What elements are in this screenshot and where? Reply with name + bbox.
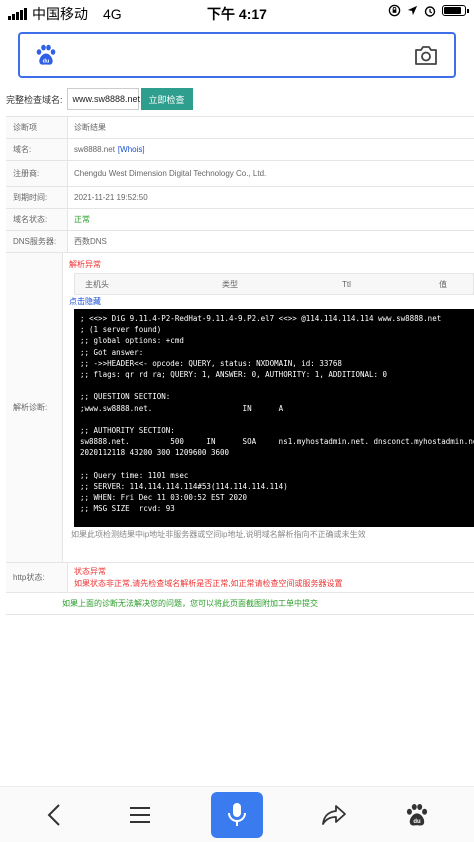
dns-value: 西数DNS bbox=[74, 237, 107, 246]
column-ttl: Ttl bbox=[342, 279, 351, 289]
table-row: 解析诊断: 解析异常 主机头 类型 Ttl 值 点击隐藏 ; <<>> DiG … bbox=[6, 253, 474, 563]
voice-button[interactable] bbox=[211, 792, 263, 838]
table-row: http状态: 状态异常 如果状态非正常,请先检查域名解析是否正常,如正常请检查… bbox=[6, 563, 474, 593]
header-result: 诊断结果 bbox=[74, 123, 106, 132]
status-bar: 中国移动 4G 下午 4:17 bbox=[0, 0, 474, 24]
resolve-error: 解析异常 bbox=[69, 260, 101, 269]
column-host: 主机头 bbox=[85, 279, 109, 289]
share-button[interactable] bbox=[310, 793, 358, 837]
check-form: 完整检查域名: www.sw8888.net 立即检查 bbox=[6, 88, 193, 110]
resolve-label: 解析诊断: bbox=[6, 253, 63, 562]
footer-note: 如果上面的诊断无法解决您的问题，您可以将此页面截图附加工单中提交 bbox=[62, 599, 318, 608]
diagnosis-table: 诊断项 诊断结果 域名: sw8888.net [Whois] 注册商: Che… bbox=[6, 116, 474, 615]
registrar-label: 注册商: bbox=[6, 161, 68, 186]
column-type: 类型 bbox=[222, 279, 238, 289]
expiry-label: 到期时间: bbox=[6, 187, 68, 208]
hide-toggle-link[interactable]: 点击隐藏 bbox=[69, 295, 474, 309]
table-row: 域名状态: 正常 bbox=[6, 209, 474, 231]
check-now-button[interactable]: 立即检查 bbox=[140, 88, 193, 110]
header-item: 诊断项 bbox=[6, 117, 68, 138]
camera-icon[interactable] bbox=[414, 44, 438, 66]
check-label: 完整检查域名: bbox=[6, 94, 63, 105]
table-row: DNS服务器: 西数DNS bbox=[6, 231, 474, 253]
battery-icon bbox=[442, 5, 469, 16]
resolve-note: 如果此项检测结果中ip地址非服务器或空间ip地址,说明域名解析指向不正确或未生效 bbox=[71, 530, 366, 539]
table-row: 如果上面的诊断无法解决您的问题，您可以将此页面截图附加工单中提交 bbox=[6, 593, 474, 615]
domain-label: 域名: bbox=[6, 139, 68, 160]
status-label: 域名状态: bbox=[6, 209, 68, 230]
bottom-nav: du bbox=[0, 786, 474, 842]
location-icon bbox=[407, 5, 418, 16]
domain-input[interactable]: www.sw8888.net bbox=[66, 88, 140, 110]
share-icon bbox=[322, 805, 346, 825]
table-row: 域名: sw8888.net [Whois] bbox=[6, 139, 474, 161]
baidu-paw-icon: du bbox=[406, 803, 428, 826]
baidu-home-button[interactable]: du bbox=[393, 793, 441, 837]
whois-link[interactable]: [Whois] bbox=[118, 145, 145, 154]
http-error: 状态异常 bbox=[74, 566, 106, 576]
voice-icon bbox=[228, 803, 246, 826]
baidu-paw-icon: du bbox=[36, 44, 56, 65]
menu-button[interactable] bbox=[116, 793, 164, 837]
status-value: 正常 bbox=[74, 215, 90, 224]
http-advice: 如果状态非正常,请先检查域名解析是否正常,如正常请检查空间或服务器设置 bbox=[74, 578, 343, 588]
back-button[interactable] bbox=[31, 793, 79, 837]
table-row: 注册商: Chengdu West Dimension Digital Tech… bbox=[6, 161, 474, 187]
resolve-columns: 主机头 类型 Ttl 值 bbox=[74, 273, 474, 295]
table-header-row: 诊断项 诊断结果 bbox=[6, 117, 474, 139]
column-value: 值 bbox=[439, 279, 447, 289]
rotation-lock-icon bbox=[388, 4, 401, 17]
registrar-value: Chengdu West Dimension Digital Technolog… bbox=[74, 169, 267, 178]
expiry-value: 2021-11-21 19:52:50 bbox=[74, 193, 148, 202]
dns-label: DNS服务器: bbox=[6, 231, 68, 252]
table-row: 到期时间: 2021-11-21 19:52:50 bbox=[6, 187, 474, 209]
alarm-icon bbox=[424, 5, 436, 17]
back-icon bbox=[47, 804, 60, 826]
search-bar[interactable]: du bbox=[18, 32, 456, 78]
dig-output: ; <<>> DiG 9.11.4-P2-RedHat-9.11.4-9.P2.… bbox=[74, 309, 474, 527]
menu-icon bbox=[130, 807, 150, 823]
svg-text:du: du bbox=[413, 819, 421, 825]
http-label: http状态: bbox=[6, 563, 68, 592]
svg-text:du: du bbox=[43, 59, 50, 65]
domain-value: sw8888.net bbox=[74, 145, 115, 154]
